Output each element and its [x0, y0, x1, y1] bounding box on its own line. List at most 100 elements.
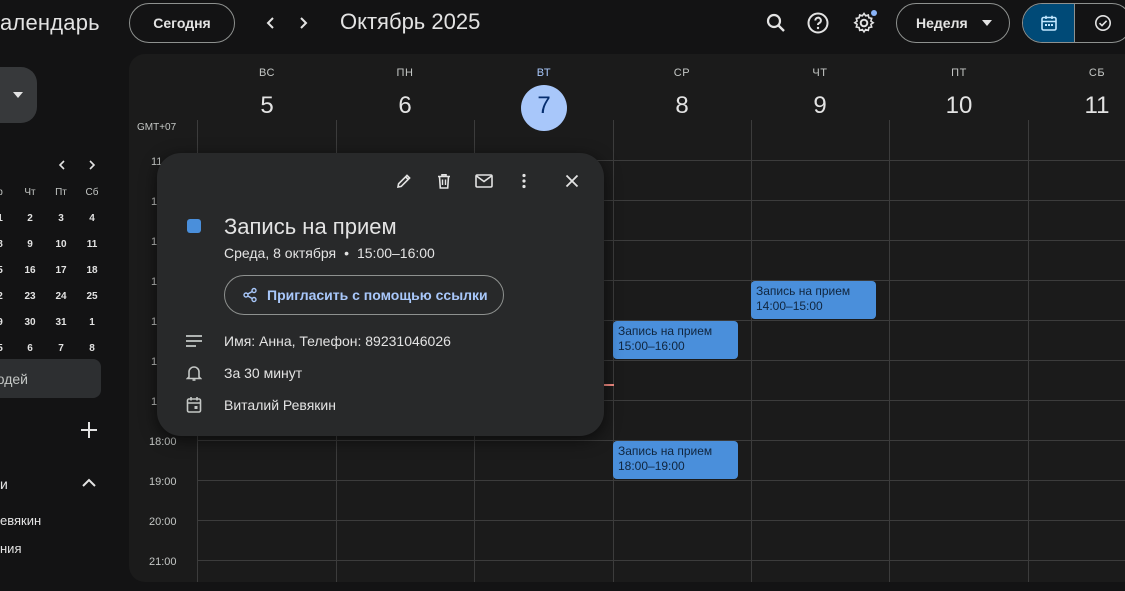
day-header[interactable]: ПТ 10: [890, 54, 1028, 120]
mini-day[interactable]: 2: [0, 291, 10, 302]
event-title: Запись на прием: [756, 284, 851, 298]
chevron-right-icon: [89, 160, 96, 170]
search-icon: [766, 13, 785, 32]
day-number: 7: [537, 92, 551, 119]
tasks-mode-button[interactable]: [1075, 4, 1125, 42]
mini-day[interactable]: 24: [51, 291, 71, 302]
close-popup-button[interactable]: [561, 170, 583, 192]
mini-day[interactable]: 31: [51, 317, 71, 328]
event-color-square: [187, 219, 201, 233]
calendar-list-item[interactable]: евякин: [0, 513, 41, 528]
hour-label: 19:00: [149, 476, 177, 488]
help-button[interactable]: [804, 9, 832, 37]
day-number: 10: [945, 92, 973, 119]
calendar-mode-button[interactable]: [1023, 4, 1076, 42]
separator-dot: •: [344, 245, 349, 261]
event-time: 15:00–16:00: [618, 339, 685, 353]
search-button[interactable]: [762, 9, 790, 37]
hour-label: 21:00: [149, 556, 177, 568]
calendar-event[interactable]: Запись на прием 14:00–15:00: [751, 281, 876, 319]
day-header[interactable]: ЧТ 9: [751, 54, 889, 120]
mini-day[interactable]: 4: [82, 213, 102, 224]
mini-day[interactable]: 8: [82, 343, 102, 354]
day-number: 6: [398, 92, 412, 119]
event-title: Запись на прием: [224, 214, 397, 239]
day-name: ПТ: [951, 67, 967, 79]
check-circle-icon: [1095, 15, 1112, 31]
mini-day[interactable]: 1: [82, 317, 102, 328]
settings-button[interactable]: [850, 9, 878, 37]
day-name: СР: [673, 67, 691, 79]
collapse-my-calendars[interactable]: [80, 476, 100, 492]
grid-line: [197, 480, 1125, 481]
invite-via-link-button[interactable]: Пригласить с помощью ссылки: [224, 275, 504, 315]
next-week-button[interactable]: [292, 12, 314, 34]
mini-weekday: р: [0, 187, 10, 198]
mini-day[interactable]: 2: [20, 213, 40, 224]
mini-day[interactable]: 1: [0, 213, 10, 224]
calendar-list-item[interactable]: ния: [0, 541, 21, 556]
mini-day[interactable]: 30: [20, 317, 40, 328]
day-header[interactable]: ПН 6: [336, 54, 474, 120]
mini-day[interactable]: 23: [20, 291, 40, 302]
invite-label: Пригласить с помощью ссылки: [267, 287, 488, 303]
dropdown-arrow-icon: [13, 92, 23, 98]
notification-dot: [871, 10, 877, 16]
add-calendar-button[interactable]: [79, 420, 99, 440]
view-selector-label: Неделя: [916, 15, 968, 31]
mini-day[interactable]: 3: [51, 213, 71, 224]
event-details-popup: Запись на прием Среда, 8 октября • 15:00…: [157, 153, 604, 436]
day-header-today[interactable]: ВТ 7: [475, 54, 613, 131]
mini-day[interactable]: 18: [82, 265, 102, 276]
mini-day[interactable]: 16: [20, 265, 40, 276]
mini-prev-month[interactable]: [55, 158, 69, 172]
day-number: 8: [675, 92, 689, 119]
day-number: 9: [813, 92, 827, 119]
event-time: 14:00–15:00: [756, 299, 823, 313]
grid-line: [751, 120, 752, 582]
mini-day[interactable]: 9: [0, 317, 10, 328]
day-name: ПН: [396, 67, 414, 79]
mini-day[interactable]: 25: [82, 291, 102, 302]
email-guests-button[interactable]: [473, 170, 495, 192]
day-name: ЧТ: [812, 67, 828, 79]
delete-event-button[interactable]: [433, 170, 455, 192]
event-title: Запись на прием: [618, 444, 713, 458]
mini-day[interactable]: 9: [20, 239, 40, 250]
mini-day[interactable]: 8: [0, 239, 10, 250]
mini-day[interactable]: 11: [82, 239, 102, 250]
mini-day[interactable]: 6: [20, 343, 40, 354]
day-name: ВС: [258, 67, 276, 79]
close-icon: [565, 174, 579, 188]
calendar-icon: [184, 395, 204, 415]
mini-day[interactable]: 5: [0, 343, 10, 354]
event-title: Запись на прием: [618, 324, 713, 338]
people-search-input[interactable]: юдей: [0, 359, 101, 398]
day-name: СБ: [1088, 67, 1106, 79]
dropdown-arrow-icon: [981, 20, 992, 26]
mini-day[interactable]: 7: [51, 343, 71, 354]
mini-day[interactable]: 10: [51, 239, 71, 250]
edit-event-button[interactable]: [393, 170, 415, 192]
view-mode-toggle: [1022, 3, 1125, 43]
mini-day[interactable]: 17: [51, 265, 71, 276]
day-header[interactable]: ВС 5: [198, 54, 336, 120]
calendar-event[interactable]: Запись на прием 15:00–16:00: [613, 321, 738, 359]
view-selector[interactable]: Неделя: [896, 3, 1010, 43]
chevron-right-icon: [300, 17, 308, 29]
event-time: 18:00–19:00: [618, 459, 685, 473]
notes-icon: [184, 331, 204, 351]
create-menu-button[interactable]: [0, 67, 37, 123]
app-title: алендарь: [0, 10, 100, 35]
mini-day[interactable]: 5: [0, 265, 10, 276]
calendar-event[interactable]: Запись на прием 18:00–19:00: [613, 441, 738, 479]
mini-next-month[interactable]: [85, 158, 99, 172]
prev-week-button[interactable]: [260, 12, 282, 34]
today-button[interactable]: Сегодня: [129, 3, 235, 43]
day-header[interactable]: СР 8: [613, 54, 751, 120]
event-reminder-row: За 30 минут: [184, 363, 302, 383]
day-header[interactable]: СБ 11: [1028, 54, 1125, 120]
hour-label: 20:00: [149, 516, 177, 528]
day-number: 11: [1084, 92, 1110, 119]
more-options-button[interactable]: [513, 170, 535, 192]
